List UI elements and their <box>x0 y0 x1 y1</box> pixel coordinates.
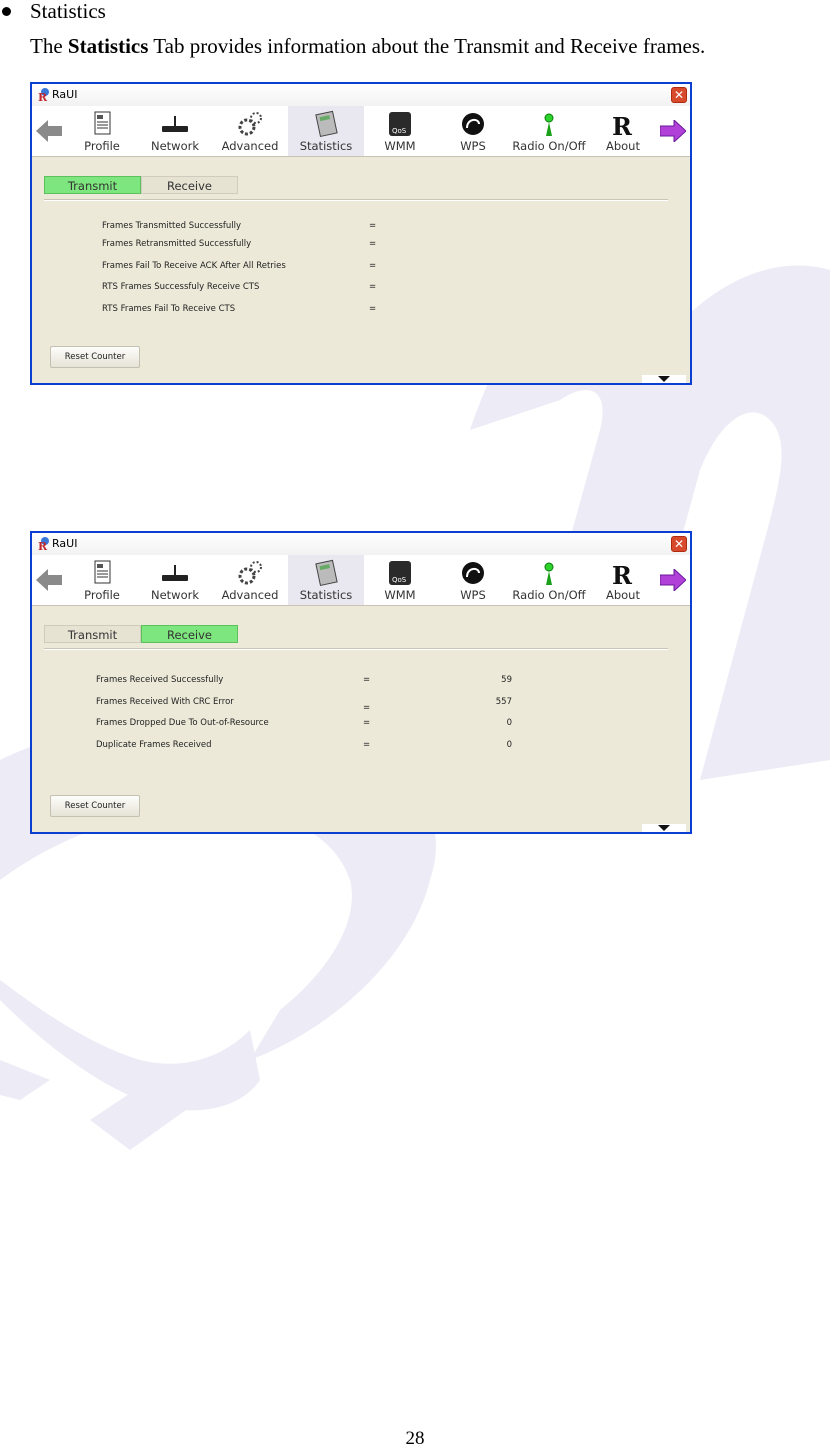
radio-icon <box>544 562 554 585</box>
bullet-heading: Statistics <box>30 0 106 23</box>
raui-app-icon: R <box>38 88 49 102</box>
stat-equals: = <box>369 221 377 231</box>
tab-receive[interactable]: Receive <box>141 625 238 643</box>
tab-bar: Transmit Receive <box>44 625 238 643</box>
stat-equals: = <box>369 304 377 314</box>
scroll-down-icon[interactable] <box>642 375 686 383</box>
toolbar-statistics[interactable]: Statistics <box>288 106 364 156</box>
divider <box>44 648 668 650</box>
toolbar-wps[interactable]: WPS <box>448 106 498 156</box>
toolbar-radio[interactable]: Radio On/Off <box>506 106 592 156</box>
tab-transmit[interactable]: Transmit <box>44 176 141 194</box>
statistics-icon <box>315 110 338 138</box>
wmm-icon: QoS <box>389 112 411 136</box>
network-icon <box>162 116 188 132</box>
reset-counter-button[interactable]: Reset Counter <box>50 346 140 368</box>
stat-equals: = <box>363 740 371 750</box>
wps-icon <box>462 113 484 135</box>
svg-text:R: R <box>38 91 48 102</box>
stat-value: 0 <box>506 718 512 728</box>
toolbar: Profile Network Advanced Statistics QoS … <box>32 555 690 606</box>
toolbar-about[interactable]: R About <box>598 555 648 605</box>
window-title: RaUI <box>52 537 78 550</box>
stat-label: Frames Received With CRC Error <box>96 697 234 707</box>
toolbar-radio[interactable]: Radio On/Off <box>506 555 592 605</box>
stat-equals: = <box>369 282 377 292</box>
stat-equals: = <box>363 675 371 685</box>
forward-arrow-icon[interactable] <box>660 569 686 591</box>
svg-text:QoS: QoS <box>392 576 407 584</box>
reset-counter-button[interactable]: Reset Counter <box>50 795 140 817</box>
toolbar-profile[interactable]: Profile <box>74 555 130 605</box>
intro-bold-term: Statistics <box>67 34 149 58</box>
toolbar-about[interactable]: R About <box>598 106 648 156</box>
tab-bar: Transmit Receive <box>44 176 238 194</box>
raui-window-receive: R RaUI ✕ Profile Network Advanced Statis… <box>30 531 692 834</box>
raui-app-icon: R <box>38 537 49 551</box>
toolbar: Profile Network Advanced Statistics QoS … <box>32 106 690 157</box>
about-icon: R <box>612 561 633 587</box>
back-arrow-icon[interactable] <box>36 120 62 142</box>
advanced-icon <box>238 112 262 136</box>
toolbar-advanced[interactable]: Advanced <box>216 106 284 156</box>
divider <box>44 199 668 201</box>
svg-text:R: R <box>612 112 633 138</box>
window-title: RaUI <box>52 88 78 101</box>
stat-equals: = <box>363 703 371 713</box>
stat-label: RTS Frames Fail To Receive CTS <box>102 304 236 314</box>
toolbar-wmm[interactable]: QoS WMM <box>372 555 428 605</box>
raui-window-transmit: R RaUI ✕ Profile Network Advanced Statis… <box>30 82 692 385</box>
toolbar-network[interactable]: Network <box>142 555 208 605</box>
stat-equals: = <box>369 239 377 249</box>
stat-label: Frames Transmitted Successfully <box>102 221 242 231</box>
profile-icon <box>94 560 111 584</box>
stat-label: Frames Dropped Due To Out-of-Resource <box>96 718 269 728</box>
close-button[interactable]: ✕ <box>671 87 687 103</box>
title-bar[interactable]: R RaUI ✕ <box>32 84 690 107</box>
svg-text:R: R <box>38 540 48 551</box>
stat-label: RTS Frames Successfuly Receive CTS <box>102 282 260 292</box>
stat-value: 0 <box>506 740 512 750</box>
scroll-down-icon[interactable] <box>642 824 686 832</box>
statistics-icon <box>315 559 338 587</box>
back-arrow-icon[interactable] <box>36 569 62 591</box>
toolbar-wmm[interactable]: QoS WMM <box>372 106 428 156</box>
intro-paragraph: The Statistics Tab provides information … <box>30 34 706 58</box>
stat-value: 59 <box>501 675 512 685</box>
stat-label: Frames Received Successfully <box>96 675 224 685</box>
advanced-icon <box>238 561 262 585</box>
toolbar-advanced[interactable]: Advanced <box>216 555 284 605</box>
tab-transmit[interactable]: Transmit <box>44 625 141 643</box>
tab-receive[interactable]: Receive <box>141 176 238 194</box>
wps-icon <box>462 562 484 584</box>
radio-icon <box>544 113 554 136</box>
stat-equals: = <box>363 718 371 728</box>
wmm-icon: QoS <box>389 561 411 585</box>
bullet-icon <box>2 7 11 16</box>
network-icon <box>162 565 188 581</box>
stat-label: Duplicate Frames Received <box>96 740 212 750</box>
toolbar-network[interactable]: Network <box>142 106 208 156</box>
toolbar-wps[interactable]: WPS <box>448 555 498 605</box>
stat-equals: = <box>369 261 377 271</box>
about-icon: R <box>612 112 633 138</box>
forward-arrow-icon[interactable] <box>660 120 686 142</box>
stat-label: Frames Fail To Receive ACK After All Ret… <box>102 261 286 271</box>
stat-label: Frames Retransmitted Successfully <box>102 239 252 249</box>
toolbar-profile[interactable]: Profile <box>74 106 130 156</box>
svg-text:QoS: QoS <box>392 127 407 135</box>
title-bar[interactable]: R RaUI ✕ <box>32 533 690 556</box>
stat-value: 557 <box>495 697 512 707</box>
svg-text:R: R <box>612 561 633 587</box>
toolbar-statistics[interactable]: Statistics <box>288 555 364 605</box>
profile-icon <box>94 111 111 135</box>
close-button[interactable]: ✕ <box>671 536 687 552</box>
